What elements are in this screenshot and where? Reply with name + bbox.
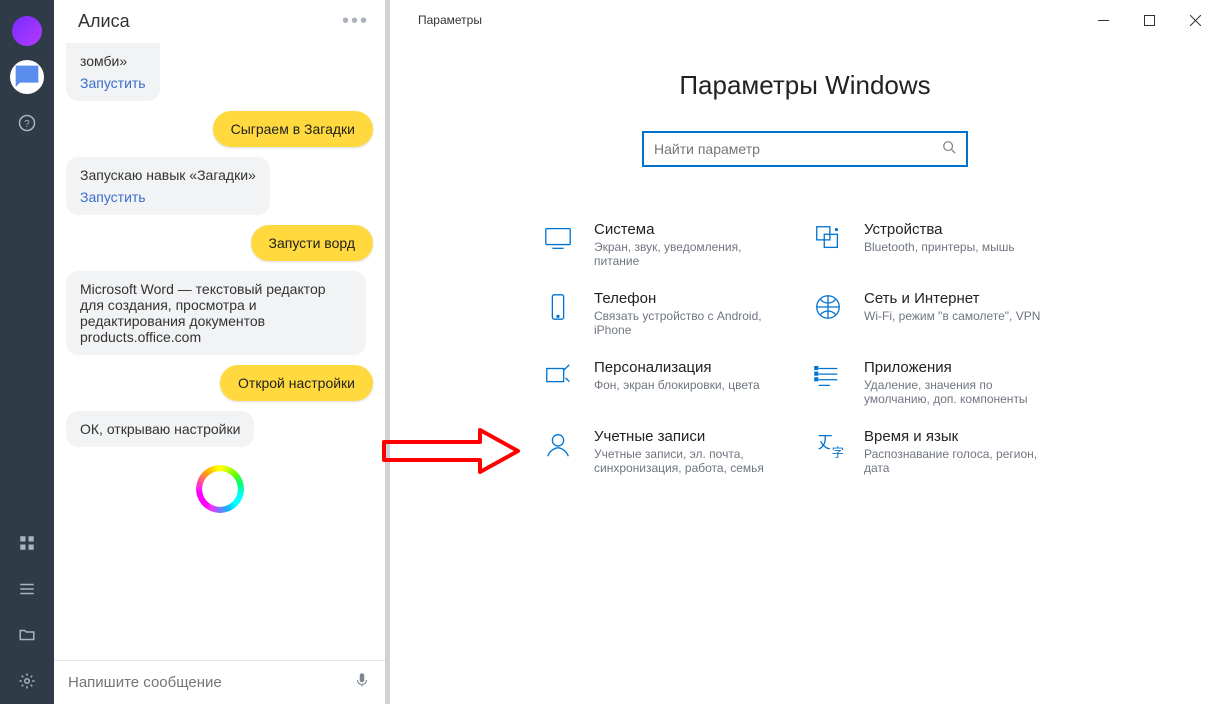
titlebar: Параметры: [390, 0, 1220, 34]
message-text: зомби»: [80, 53, 127, 69]
message-text: Открой настройки: [238, 375, 355, 391]
message-text: Microsoft Word — текстовый редактор для …: [80, 281, 326, 345]
assistant-message: зомби» Запустить: [66, 43, 160, 101]
launch-link[interactable]: Запустить: [80, 189, 256, 205]
settings-item-accounts[interactable]: Учетные записи Учетные записи, эл. почта,…: [540, 428, 800, 475]
item-desc: Удаление, значения по умолчанию, доп. ко…: [864, 378, 1054, 406]
assistant-message: Microsoft Word — текстовый редактор для …: [66, 271, 366, 355]
item-desc: Экран, звук, уведомления, питание: [594, 240, 784, 268]
gear-icon[interactable]: [10, 664, 44, 698]
launch-link[interactable]: Запустить: [80, 75, 146, 91]
item-desc: Связать устройство с Android, iPhone: [594, 309, 784, 337]
message-text: Запусти ворд: [269, 235, 356, 251]
close-button[interactable]: [1172, 5, 1218, 35]
settings-item-system[interactable]: Система Экран, звук, уведомления, питание: [540, 221, 800, 268]
item-title: Учетные записи: [594, 428, 784, 445]
settings-item-personalization[interactable]: Персонализация Фон, экран блокировки, цве…: [540, 359, 800, 406]
maximize-button[interactable]: [1126, 5, 1172, 35]
assistant-message: Запускаю навык «Загадки» Запустить: [66, 157, 270, 215]
search-icon[interactable]: [942, 140, 956, 159]
svg-text:字: 字: [832, 444, 843, 459]
settings-body: Параметры Windows Система Экран, звук, ув…: [390, 34, 1220, 704]
settings-item-network[interactable]: Сеть и Интернет Wi-Fi, режим "в самолете"…: [810, 290, 1070, 337]
item-title: Время и язык: [864, 428, 1054, 445]
display-icon: [540, 221, 576, 268]
folder-icon[interactable]: [10, 618, 44, 652]
assistant-message: ОК, открываю настройки: [66, 411, 254, 447]
item-title: Система: [594, 221, 784, 238]
item-title: Сеть и Интернет: [864, 290, 1040, 307]
alice-header: Алиса •••: [54, 0, 385, 43]
svg-text:?: ?: [24, 119, 30, 130]
page-title: Параметры Windows: [679, 70, 930, 101]
message-text: ОК, открываю настройки: [80, 421, 240, 437]
item-desc: Фон, экран блокировки, цвета: [594, 378, 760, 392]
language-icon: 字: [810, 428, 846, 475]
settings-item-time-language[interactable]: 字 Время и язык Распознавание голоса, реги…: [810, 428, 1070, 475]
message-text: Сыграем в Загадки: [231, 121, 355, 137]
menu-icon[interactable]: [10, 572, 44, 606]
mic-icon[interactable]: [353, 671, 371, 694]
globe-icon: [810, 290, 846, 337]
person-icon: [540, 428, 576, 475]
chat-area: зомби» Запустить Сыграем в Загадки Запус…: [54, 43, 385, 660]
more-icon[interactable]: •••: [342, 10, 369, 33]
message-input-row: [54, 660, 385, 704]
settings-window: Параметры Параметры Windows Система Экран…: [390, 0, 1220, 704]
item-title: Персонализация: [594, 359, 760, 376]
voice-indicator[interactable]: [66, 457, 373, 519]
item-desc: Распознавание голоса, регион, дата: [864, 447, 1054, 475]
item-title: Телефон: [594, 290, 784, 307]
devices-icon: [810, 221, 846, 268]
alice-pane: Алиса ••• зомби» Запустить Сыграем в Заг…: [54, 0, 390, 704]
window-title: Параметры: [410, 13, 1080, 27]
apps-icon: [810, 359, 846, 406]
settings-item-apps[interactable]: Приложения Удаление, значения по умолчани…: [810, 359, 1070, 406]
settings-item-devices[interactable]: Устройства Bluetooth, принтеры, мышь: [810, 221, 1070, 268]
message-input[interactable]: [68, 674, 353, 691]
user-message: Открой настройки: [220, 365, 373, 401]
item-title: Устройства: [864, 221, 1015, 238]
message-text: Запускаю навык «Загадки»: [80, 167, 256, 183]
settings-grid: Система Экран, звук, уведомления, питание…: [540, 221, 1070, 475]
alice-title: Алиса: [78, 11, 342, 32]
tiles-icon[interactable]: [10, 526, 44, 560]
user-message: Запусти ворд: [251, 225, 374, 261]
help-icon[interactable]: ?: [10, 106, 44, 140]
item-desc: Wi-Fi, режим "в самолете", VPN: [864, 309, 1040, 323]
user-message: Сыграем в Загадки: [213, 111, 373, 147]
alice-orb-icon[interactable]: [10, 14, 44, 48]
brush-icon: [540, 359, 576, 406]
item-desc: Учетные записи, эл. почта, синхронизация…: [594, 447, 784, 475]
app-sidebar: ?: [0, 0, 54, 704]
phone-icon: [540, 290, 576, 337]
minimize-button[interactable]: [1080, 5, 1126, 35]
item-title: Приложения: [864, 359, 1054, 376]
settings-item-phone[interactable]: Телефон Связать устройство с Android, iPh…: [540, 290, 800, 337]
search-box[interactable]: [642, 131, 968, 167]
chat-icon[interactable]: [10, 60, 44, 94]
search-input[interactable]: [654, 141, 942, 157]
item-desc: Bluetooth, принтеры, мышь: [864, 240, 1015, 254]
